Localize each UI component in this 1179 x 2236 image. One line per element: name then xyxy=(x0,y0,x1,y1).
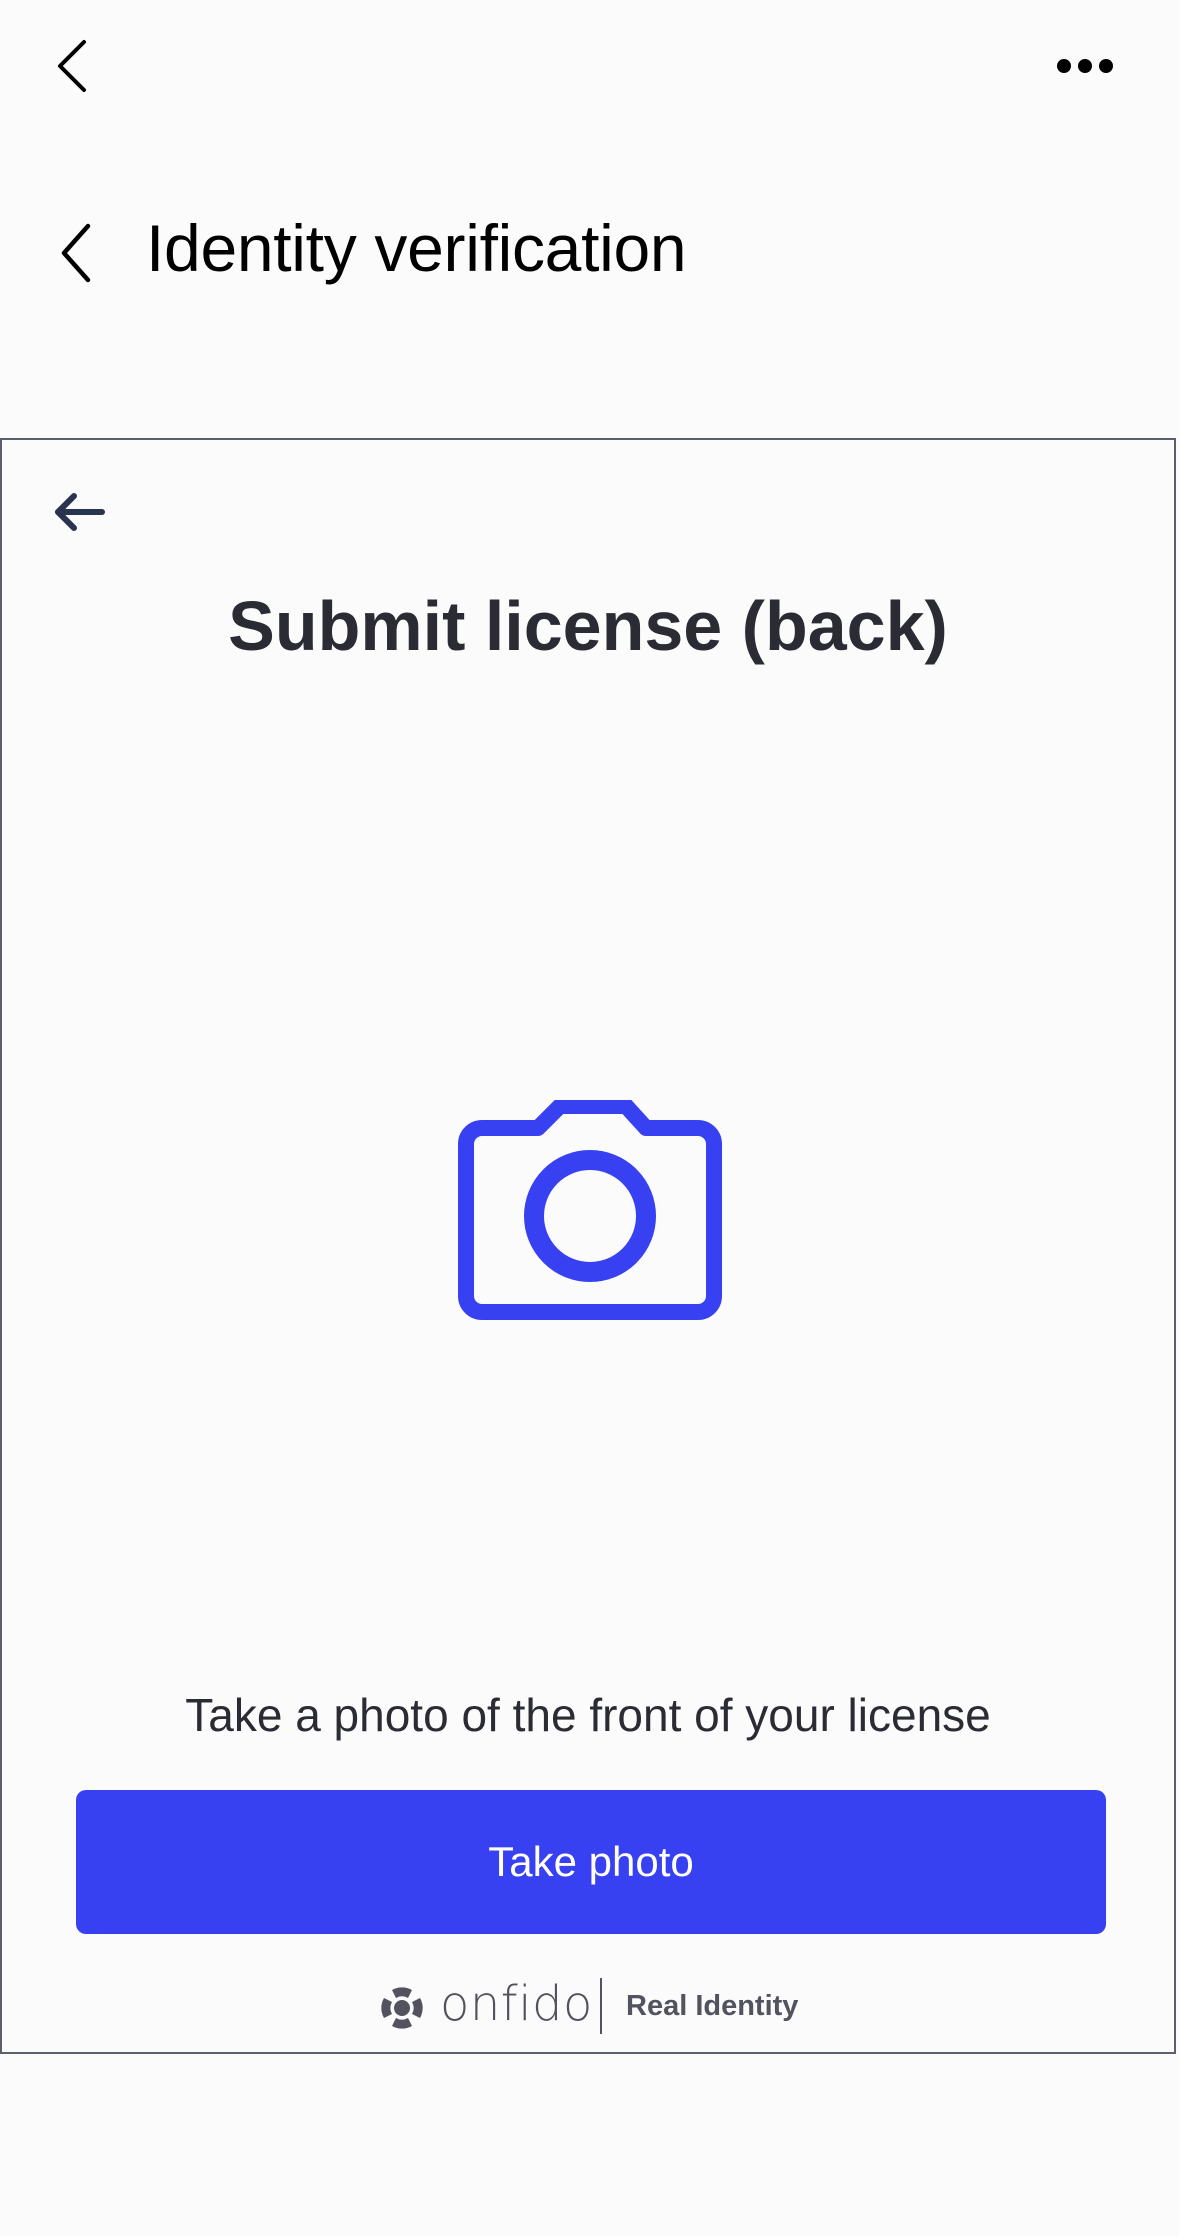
camera-icon xyxy=(458,1100,722,1320)
brand-tagline: Real Identity xyxy=(626,1990,799,2022)
page-header: Identity verification xyxy=(0,190,1179,310)
take-photo-button[interactable]: Take photo xyxy=(76,1790,1106,1934)
back-button[interactable] xyxy=(50,36,100,96)
brand-footer: onfido Real Identity xyxy=(378,1976,808,2036)
capture-title: Submit license (back) xyxy=(228,587,948,665)
instruction-text: Take a photo of the front of your licens… xyxy=(185,1689,991,1741)
more-options-button[interactable] xyxy=(1050,46,1120,86)
more-horizontal-icon xyxy=(1057,59,1113,73)
header-back-button[interactable] xyxy=(56,220,100,286)
onfido-logo xyxy=(381,1987,423,2029)
brand-divider xyxy=(600,1978,602,2034)
chevron-left-icon xyxy=(58,40,86,92)
page-title: Identity verification xyxy=(146,211,687,285)
verification-frame: Submit license (back) Take a photo of th… xyxy=(0,438,1176,2054)
frame-back-button[interactable] xyxy=(50,490,110,534)
brand-name: onfido xyxy=(440,1976,593,2032)
chevron-left-icon xyxy=(61,223,91,283)
arrow-left-icon xyxy=(55,493,105,531)
top-navigation-bar xyxy=(0,0,1179,140)
